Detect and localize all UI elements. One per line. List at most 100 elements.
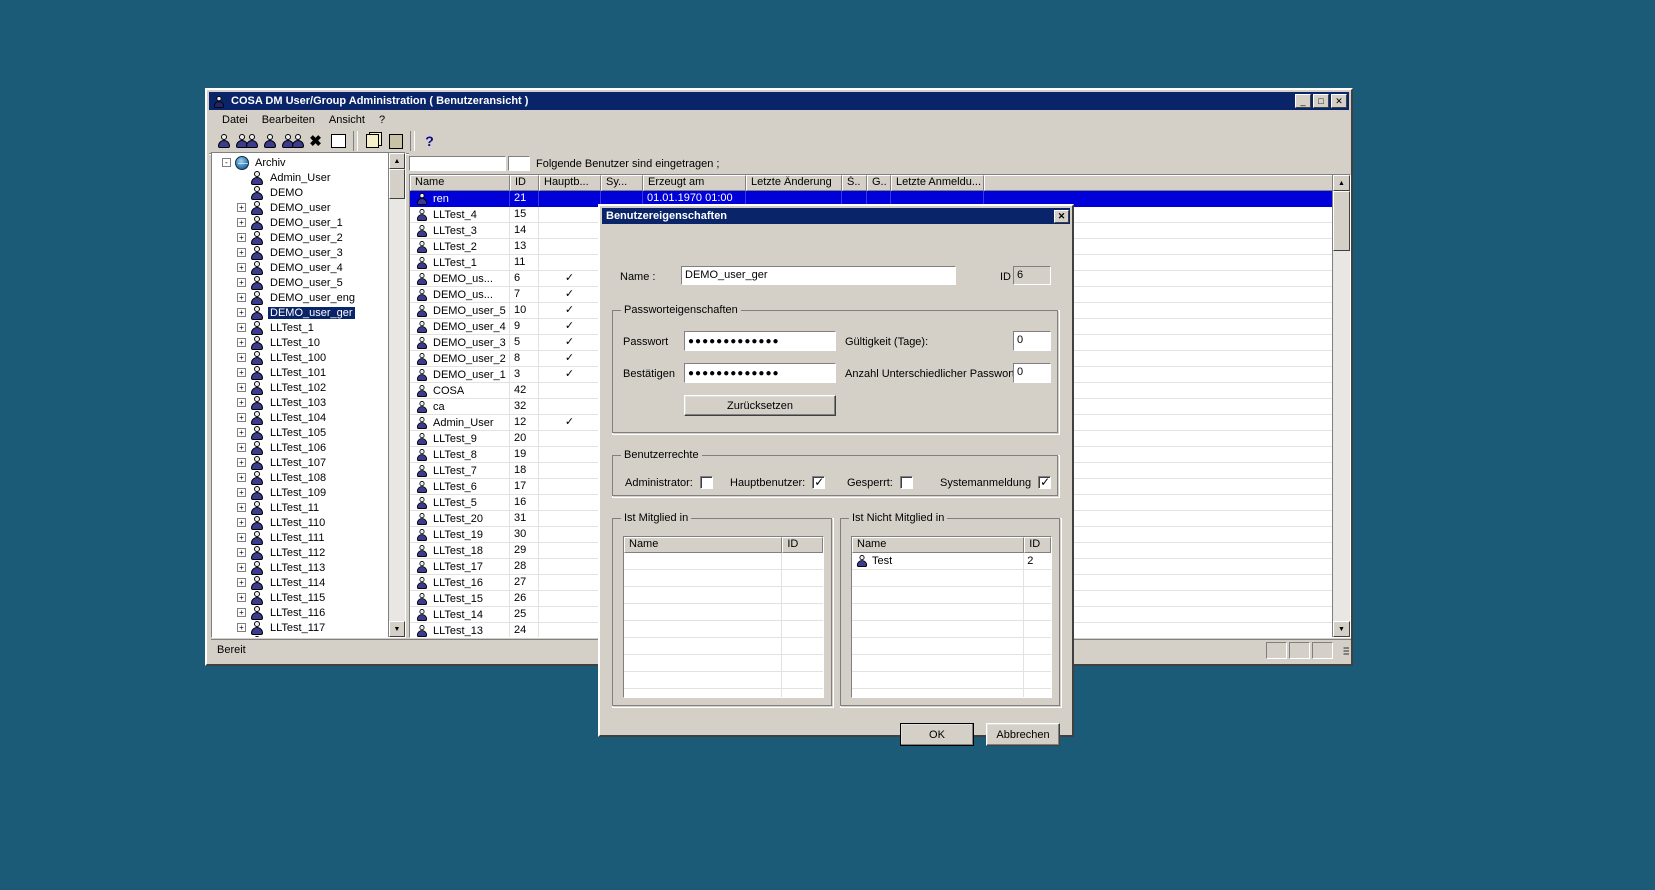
list-scroll-thumb[interactable] bbox=[1333, 191, 1350, 251]
list-scroll-track[interactable] bbox=[1333, 191, 1350, 621]
tree-expander[interactable]: + bbox=[237, 428, 246, 437]
cancel-button[interactable]: Abbrechen bbox=[986, 723, 1060, 746]
tree-expander[interactable]: + bbox=[237, 278, 246, 287]
new-user-button[interactable] bbox=[212, 130, 235, 152]
distinct-passwords-input[interactable]: 0 bbox=[1013, 363, 1051, 383]
list-column-header[interactable]: Letzte Änderung bbox=[746, 175, 842, 191]
validity-input[interactable]: 0 bbox=[1013, 331, 1051, 351]
tree-node-demo[interactable]: DEMO bbox=[212, 185, 388, 200]
password-input[interactable]: ●●●●●●●●●●●●● bbox=[684, 331, 836, 351]
tree-expander[interactable]: + bbox=[237, 443, 246, 452]
nonmember-col-name[interactable]: Name bbox=[852, 537, 1024, 553]
tree-node-lltest_101[interactable]: +LLTest_101 bbox=[212, 365, 388, 380]
resize-grip[interactable] bbox=[1335, 643, 1349, 657]
delete-button[interactable]: ✖ bbox=[304, 130, 327, 152]
tree-node-lltest_110[interactable]: +LLTest_110 bbox=[212, 515, 388, 530]
window-titlebar[interactable]: COSA DM User/Group Administration ( Benu… bbox=[209, 92, 1349, 110]
tree-node-lltest_103[interactable]: +LLTest_103 bbox=[212, 395, 388, 410]
tree-expander[interactable]: + bbox=[237, 518, 246, 527]
tree-node-lltest_116[interactable]: +LLTest_116 bbox=[212, 605, 388, 620]
tree-node-lltest_118[interactable]: +LLTest_118 bbox=[212, 635, 388, 637]
member-list[interactable]: Name ID bbox=[623, 536, 824, 698]
checkbox-administrator-wrap[interactable]: Administrator: bbox=[625, 476, 713, 489]
tree-node-admin_user[interactable]: Admin_User bbox=[212, 170, 388, 185]
checkbox-systemanmeldung-wrap[interactable]: Systemanmeldung ✓ bbox=[940, 476, 1051, 489]
list-column-header[interactable]: Letzte Anmeldu... bbox=[891, 175, 984, 191]
tree-node-lltest_106[interactable]: +LLTest_106 bbox=[212, 440, 388, 455]
confirm-input[interactable]: ●●●●●●●●●●●●● bbox=[684, 363, 836, 383]
tree-node-lltest_102[interactable]: +LLTest_102 bbox=[212, 380, 388, 395]
menu-bearbeiten[interactable]: Bearbeiten bbox=[255, 113, 322, 127]
member-col-id[interactable]: ID bbox=[782, 537, 823, 553]
dialog-close-button[interactable]: ✕ bbox=[1054, 210, 1069, 223]
tree-vertical-scrollbar[interactable]: ▲ ▼ bbox=[388, 153, 405, 637]
tree-node-lltest_105[interactable]: +LLTest_105 bbox=[212, 425, 388, 440]
add-group-button[interactable] bbox=[281, 130, 304, 152]
tree-node-demo_user_1[interactable]: +DEMO_user_1 bbox=[212, 215, 388, 230]
help-button[interactable]: ? bbox=[418, 130, 441, 152]
tree-expander[interactable]: + bbox=[237, 413, 246, 422]
list-scroll-down-button[interactable]: ▼ bbox=[1333, 621, 1350, 637]
list-column-header[interactable]: Erzeugt am bbox=[643, 175, 746, 191]
copy-button[interactable] bbox=[361, 130, 384, 152]
list-vertical-scrollbar[interactable]: ▲ ▼ bbox=[1332, 175, 1350, 637]
tree-node-lltest_109[interactable]: +LLTest_109 bbox=[212, 485, 388, 500]
filter-input-1[interactable] bbox=[409, 156, 506, 171]
reset-password-button[interactable]: Zurücksetzen bbox=[684, 395, 836, 416]
tree-expander[interactable]: + bbox=[237, 593, 246, 602]
tree-expander[interactable]: + bbox=[237, 383, 246, 392]
tree-expander[interactable]: + bbox=[237, 473, 246, 482]
tree-expander-archiv[interactable]: - bbox=[222, 158, 231, 167]
list-column-header[interactable]: ID bbox=[510, 175, 539, 191]
tree-node-demo_user[interactable]: +DEMO_user bbox=[212, 200, 388, 215]
tree-expander[interactable]: + bbox=[237, 488, 246, 497]
list-scroll-up-button[interactable]: ▲ bbox=[1333, 175, 1350, 191]
tree-node-lltest_107[interactable]: +LLTest_107 bbox=[212, 455, 388, 470]
new-group-button[interactable] bbox=[235, 130, 258, 152]
tree-node-demo_user_eng[interactable]: +DEMO_user_eng bbox=[212, 290, 388, 305]
menu-ansicht[interactable]: Ansicht bbox=[322, 113, 372, 127]
tree-expander[interactable]: + bbox=[237, 458, 246, 467]
tree-node-lltest_117[interactable]: +LLTest_117 bbox=[212, 620, 388, 635]
tree-node-lltest_113[interactable]: +LLTest_113 bbox=[212, 560, 388, 575]
nonmember-col-id[interactable]: ID bbox=[1024, 537, 1051, 553]
tree-expander[interactable]: + bbox=[237, 338, 246, 347]
tree-expander[interactable]: + bbox=[237, 368, 246, 377]
paste-button[interactable] bbox=[384, 130, 407, 152]
tree-expander[interactable]: + bbox=[237, 623, 246, 632]
tree-node-lltest_112[interactable]: +LLTest_112 bbox=[212, 545, 388, 560]
list-item[interactable]: Test2 bbox=[852, 553, 1051, 570]
tree-scroll-thumb[interactable] bbox=[389, 169, 405, 199]
close-button[interactable]: ✕ bbox=[1331, 94, 1347, 108]
checkbox-administrator[interactable] bbox=[700, 476, 713, 489]
tree-expander[interactable]: + bbox=[237, 548, 246, 557]
tree-node-demo_user_2[interactable]: +DEMO_user_2 bbox=[212, 230, 388, 245]
tree-expander[interactable]: + bbox=[237, 263, 246, 272]
nonmember-list[interactable]: Name ID Test2 bbox=[851, 536, 1052, 698]
tree-node-lltest_100[interactable]: +LLTest_100 bbox=[212, 350, 388, 365]
tree-node-lltest_114[interactable]: +LLTest_114 bbox=[212, 575, 388, 590]
tree-scroll-up-button[interactable]: ▲ bbox=[389, 153, 405, 169]
tree-view[interactable]: - Archiv Admin_UserDEMO+DEMO_user+DEMO_u… bbox=[211, 152, 406, 638]
ok-button[interactable]: OK bbox=[900, 723, 974, 746]
tree-node-archiv[interactable]: - Archiv bbox=[212, 155, 388, 170]
tree-scroll-track[interactable] bbox=[389, 169, 405, 621]
menu-datei[interactable]: Datei bbox=[215, 113, 255, 127]
tree-node-lltest_10[interactable]: +LLTest_10 bbox=[212, 335, 388, 350]
checkbox-gesperrt[interactable] bbox=[900, 476, 913, 489]
tree-expander[interactable]: + bbox=[237, 353, 246, 362]
list-column-header[interactable]: G.. bbox=[867, 175, 891, 191]
tree-expander[interactable]: + bbox=[237, 218, 246, 227]
name-input[interactable]: DEMO_user_ger bbox=[681, 266, 956, 285]
tree-node-demo_user_5[interactable]: +DEMO_user_5 bbox=[212, 275, 388, 290]
list-column-header[interactable]: Hauptb... bbox=[539, 175, 601, 191]
tree-expander[interactable]: + bbox=[237, 248, 246, 257]
tree-node-lltest_115[interactable]: +LLTest_115 bbox=[212, 590, 388, 605]
tree-expander[interactable]: + bbox=[237, 578, 246, 587]
menu-help[interactable]: ? bbox=[372, 113, 392, 127]
member-col-name[interactable]: Name bbox=[624, 537, 782, 553]
checkbox-systemanmeldung[interactable]: ✓ bbox=[1038, 476, 1051, 489]
minimize-button[interactable]: _ bbox=[1295, 94, 1311, 108]
tree-node-demo_user_3[interactable]: +DEMO_user_3 bbox=[212, 245, 388, 260]
properties-button[interactable] bbox=[327, 130, 350, 152]
